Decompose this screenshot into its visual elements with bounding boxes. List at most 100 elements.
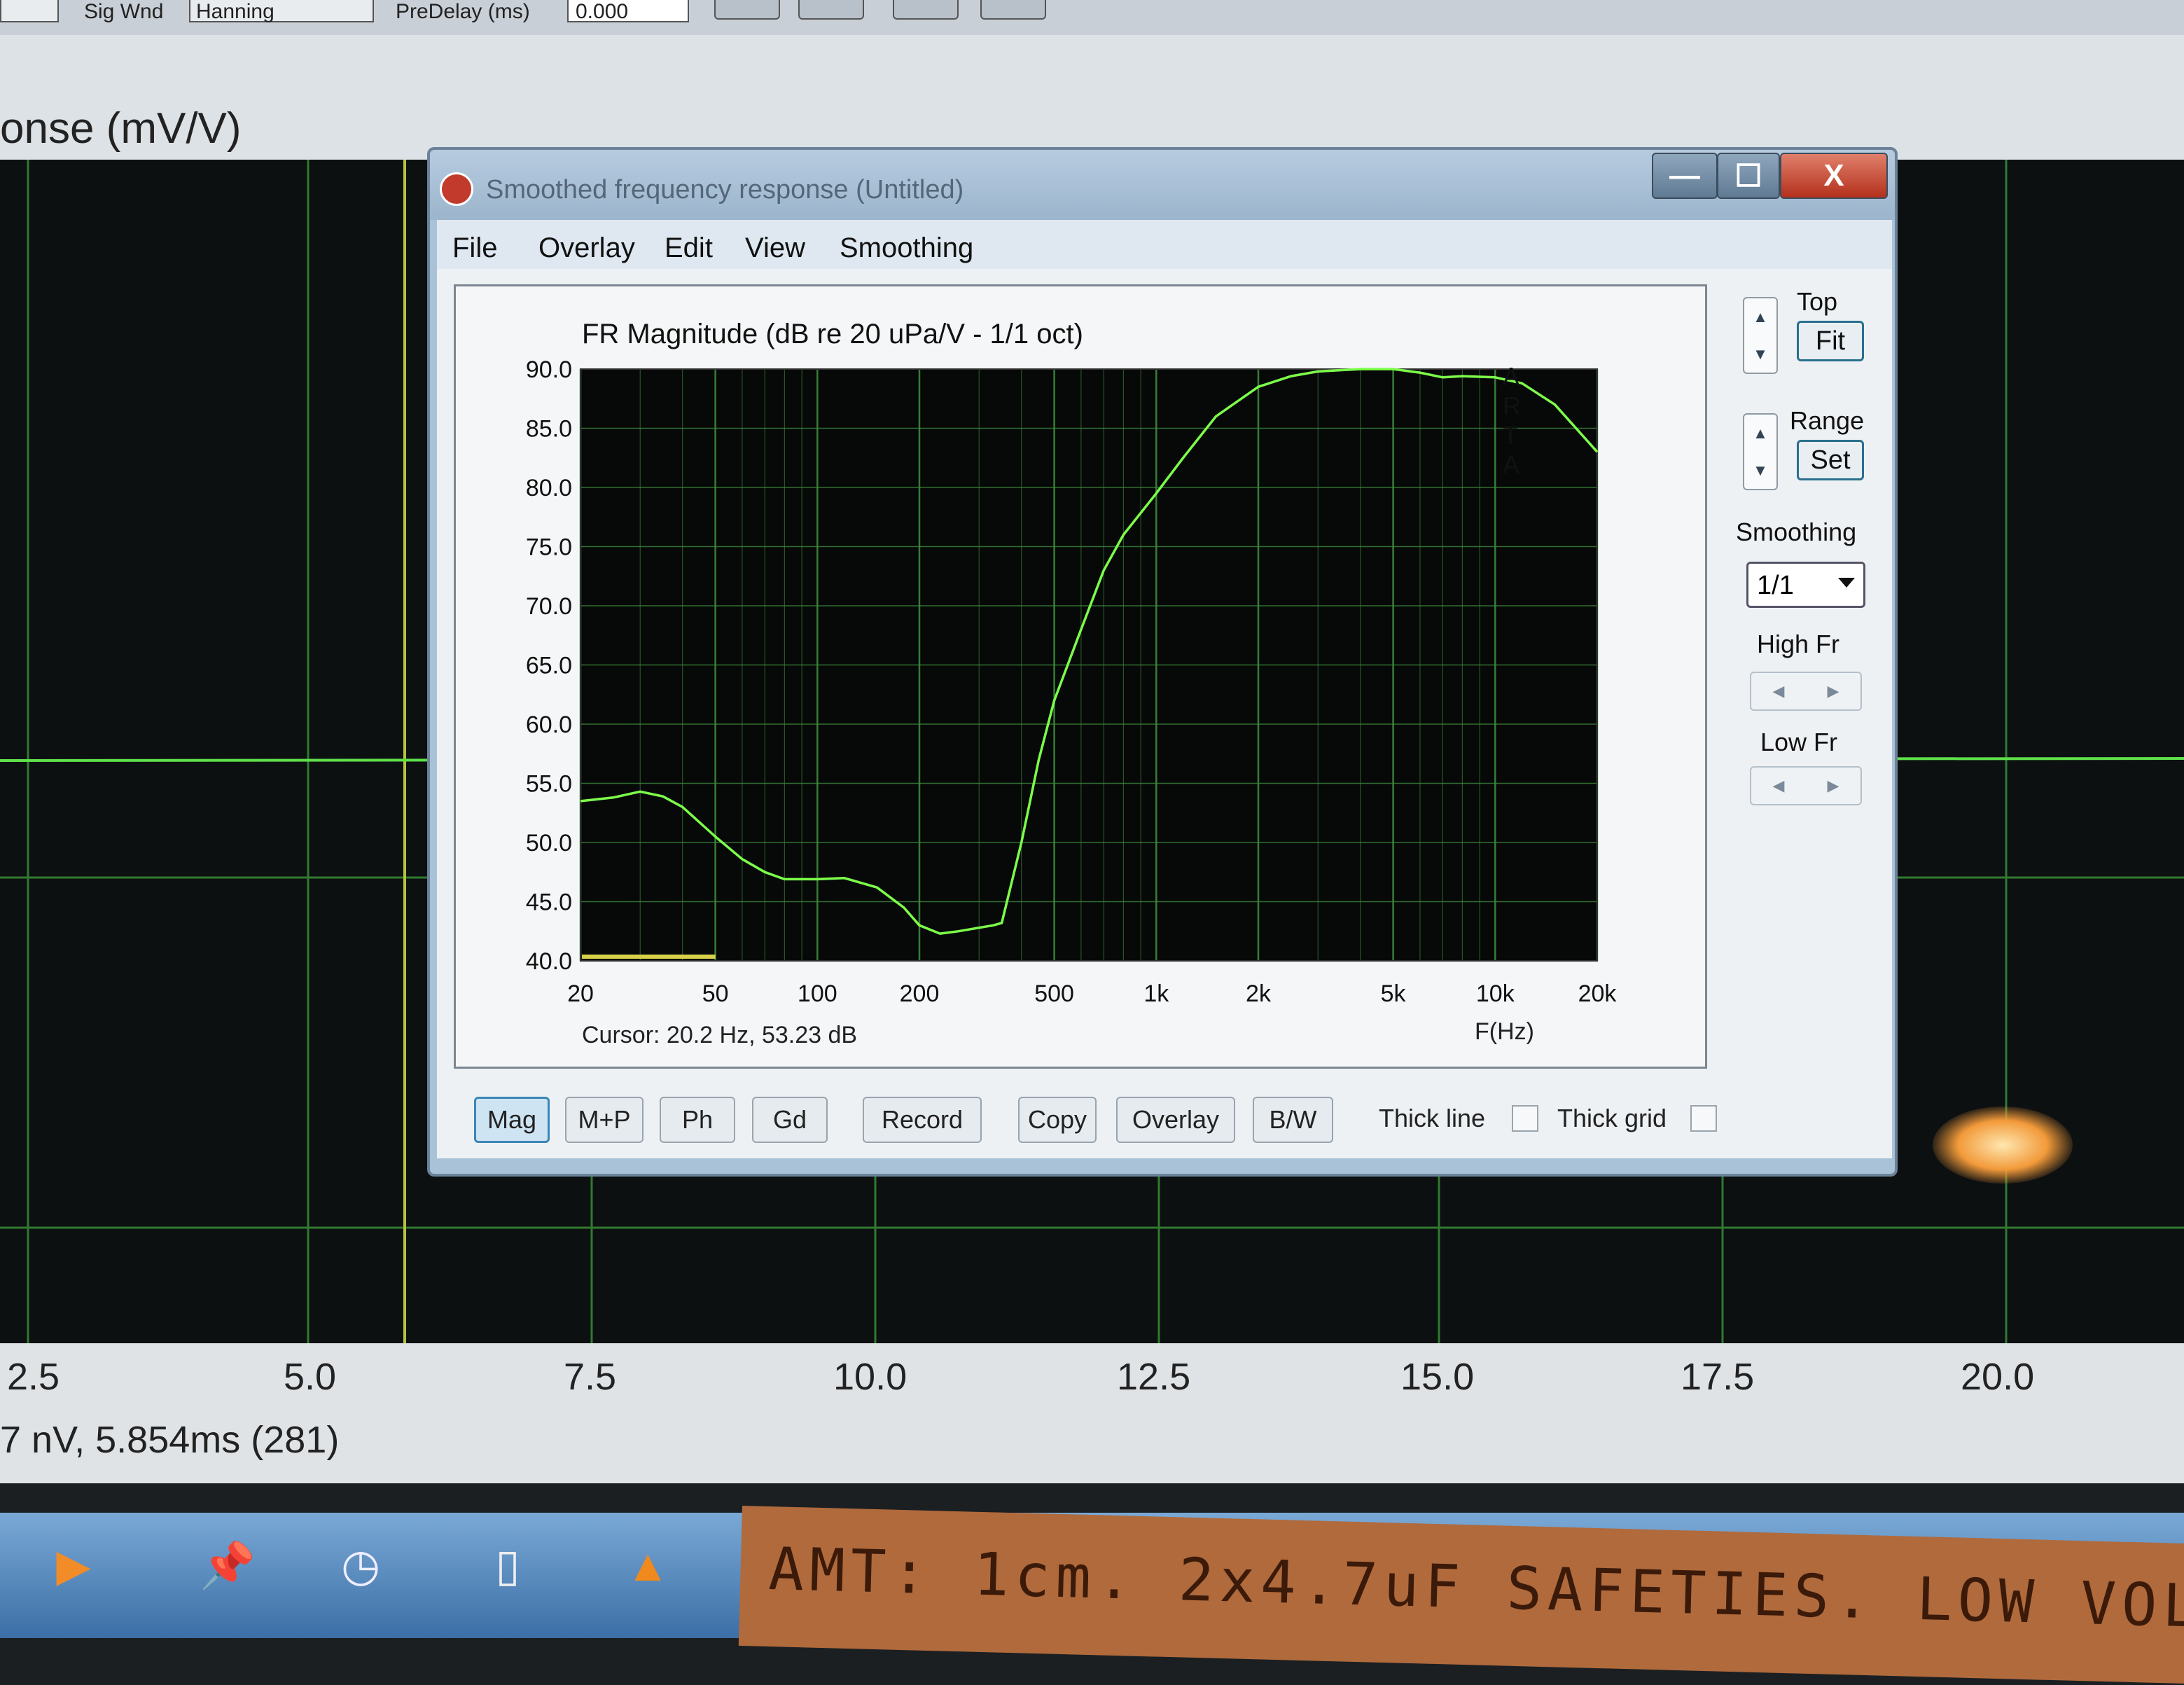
bg-x-tick: 20.0 — [1961, 1356, 2035, 1398]
arta-letter: T — [1503, 421, 1518, 450]
record-button-label: Record — [881, 1105, 964, 1134]
arrow-right-icon[interactable]: ▶ — [1806, 673, 1860, 709]
y-tick-label: 40.0 — [526, 948, 572, 975]
thick-line-checkbox[interactable] — [1512, 1105, 1538, 1132]
x-axis-label: F(Hz) — [1475, 1018, 1534, 1045]
bw-button-label: B/W — [1269, 1105, 1317, 1134]
background-cursor-readout: 7 nV, 5.854ms (281) — [0, 1419, 340, 1461]
overlay-button-label: Overlay — [1132, 1105, 1220, 1134]
arta-letter: A — [1503, 362, 1520, 391]
menu-edit[interactable]: Edit — [665, 233, 713, 264]
predelay-label: PreDelay (ms) — [396, 0, 530, 23]
mp-button-label: M+P — [578, 1105, 631, 1134]
minimize-button[interactable]: — — [1652, 153, 1718, 199]
background-plot-title: onse (mV/V) — [0, 104, 242, 153]
spin-up-icon[interactable]: ▲ — [1744, 415, 1776, 452]
maximize-icon: ☐ — [1734, 158, 1762, 193]
y-tick-label: 50.0 — [526, 830, 572, 857]
x-tick-label: 100 — [798, 980, 837, 1007]
y-tick-label: 70.0 — [526, 593, 572, 620]
mag-button-label: Mag — [487, 1105, 537, 1134]
arrow-right-icon[interactable]: ▶ — [1806, 768, 1860, 804]
copy-button[interactable]: Copy — [1018, 1097, 1097, 1143]
media-player-icon[interactable]: ▶ — [42, 1534, 105, 1597]
sig-wnd-select[interactable]: Hanning — [189, 0, 374, 23]
menu-bar: File Overlay Edit View Smoothing — [437, 220, 1892, 269]
top-label: Top — [1797, 287, 1838, 316]
arta-letter: A — [1503, 450, 1520, 479]
window-client-area: FR Magnitude (dB re 20 uPa/V - 1/1 oct) … — [437, 269, 1892, 1158]
high-fr-arrows[interactable]: ◀ ▶ — [1750, 672, 1862, 711]
x-tick-label: 5k — [1381, 980, 1407, 1007]
set-button-label: Set — [1810, 445, 1851, 475]
window-titlebar[interactable]: Smoothed frequency response (Untitled) —… — [430, 150, 1895, 220]
low-fr-arrows[interactable]: ◀ ▶ — [1750, 766, 1862, 805]
menu-overlay[interactable]: Overlay — [538, 233, 635, 264]
mp-button[interactable]: M+P — [565, 1097, 644, 1143]
toolbar-button-3[interactable] — [893, 0, 959, 20]
y-tick-label: 75.0 — [526, 534, 572, 561]
gd-button[interactable]: Gd — [752, 1097, 828, 1143]
vlc-cone-icon[interactable]: ▲ — [616, 1534, 679, 1597]
sig-wnd-label: Sig Wnd — [84, 0, 164, 23]
x-tick-label: 20k — [1578, 980, 1618, 1007]
y-tick-label: 65.0 — [526, 653, 572, 679]
overlay-button[interactable]: Overlay — [1116, 1097, 1235, 1143]
x-tick-label: 500 — [1034, 980, 1074, 1007]
minimize-icon: — — [1669, 158, 1700, 193]
ph-button-label: Ph — [681, 1105, 714, 1134]
maximize-button[interactable]: ☐ — [1717, 153, 1780, 199]
bg-x-tick: 5.0 — [284, 1356, 337, 1398]
menu-file[interactable]: File — [452, 233, 497, 264]
thick-grid-checkbox[interactable] — [1690, 1105, 1717, 1132]
bg-x-tick: 17.5 — [1681, 1356, 1755, 1398]
top-spinner[interactable]: ▲ ▼ — [1743, 297, 1778, 374]
arrow-left-icon[interactable]: ◀ — [1751, 673, 1806, 709]
bg-x-tick: 10.0 — [833, 1356, 907, 1398]
clock-icon[interactable]: ◷ — [329, 1534, 392, 1597]
spin-up-icon[interactable]: ▲ — [1744, 298, 1776, 335]
range-spinner[interactable]: ▲ ▼ — [1743, 413, 1778, 490]
ph-button[interactable]: Ph — [660, 1097, 735, 1143]
bg-x-tick: 7.5 — [564, 1356, 617, 1398]
menu-view[interactable]: View — [745, 233, 805, 264]
document-icon[interactable]: ▯ — [476, 1534, 539, 1597]
y-tick-label: 45.0 — [526, 889, 572, 916]
x-tick-label: 2k — [1246, 980, 1272, 1007]
fit-button-label: Fit — [1815, 326, 1846, 356]
bg-x-tick: 2.5 — [7, 1356, 60, 1398]
mag-button[interactable]: Mag — [474, 1097, 550, 1143]
y-tick-label: 60.0 — [526, 712, 572, 738]
predelay-input[interactable]: 0.000 — [567, 0, 689, 23]
record-button[interactable]: Record — [863, 1097, 982, 1143]
thick-line-label: Thick line — [1379, 1104, 1486, 1132]
high-fr-label: High Fr — [1757, 630, 1840, 658]
thick-grid-label: Thick grid — [1557, 1104, 1667, 1132]
plot-panel: FR Magnitude (dB re 20 uPa/V - 1/1 oct) … — [454, 284, 1707, 1069]
arta-app-icon — [440, 172, 473, 206]
menu-smoothing[interactable]: Smoothing — [840, 233, 973, 264]
toolbar-dropdown[interactable] — [0, 0, 59, 22]
x-tick-label: 200 — [900, 980, 940, 1007]
bg-x-tick: 15.0 — [1400, 1356, 1475, 1398]
arrow-left-icon[interactable]: ◀ — [1751, 768, 1806, 804]
copy-button-label: Copy — [1027, 1105, 1087, 1134]
toolbar-button-1[interactable] — [714, 0, 780, 20]
toolbar-button-2[interactable] — [798, 0, 864, 20]
smoothing-select[interactable]: 1/1 — [1746, 562, 1865, 608]
set-button[interactable]: Set — [1797, 440, 1864, 480]
spin-down-icon[interactable]: ▼ — [1744, 452, 1776, 489]
predelay-value: 0.000 — [576, 0, 629, 23]
toolbar-button-4[interactable] — [980, 0, 1046, 20]
y-tick-label: 90.0 — [526, 356, 572, 383]
gd-button-label: Gd — [772, 1105, 807, 1134]
close-button[interactable]: X — [1780, 153, 1888, 199]
pushpin-icon[interactable]: 📌 — [196, 1534, 259, 1597]
arta-letter: R — [1503, 391, 1521, 420]
spin-down-icon[interactable]: ▼ — [1744, 335, 1776, 373]
close-icon: X — [1823, 158, 1844, 193]
fit-button[interactable]: Fit — [1797, 321, 1864, 361]
x-tick-label: 1k — [1143, 980, 1169, 1007]
bw-button[interactable]: B/W — [1253, 1097, 1333, 1143]
y-tick-label: 80.0 — [526, 475, 572, 501]
